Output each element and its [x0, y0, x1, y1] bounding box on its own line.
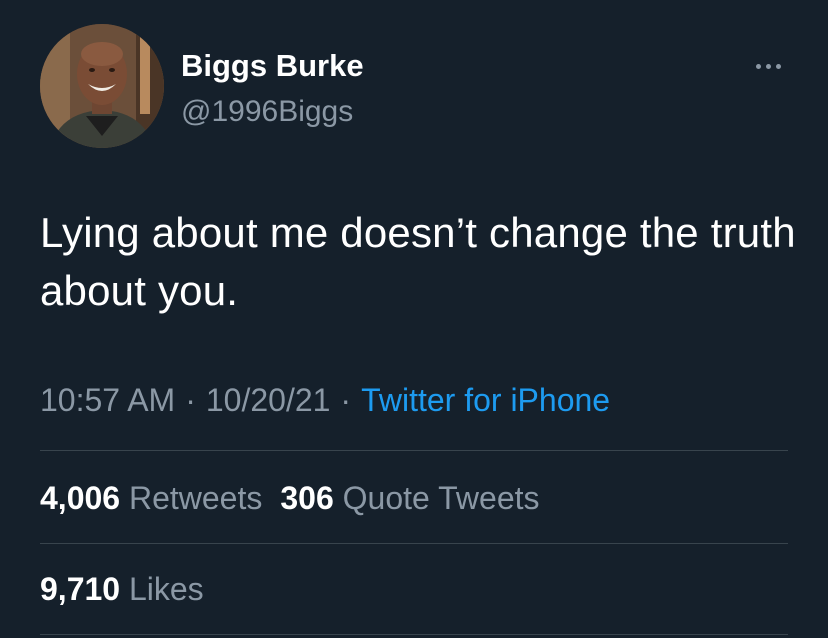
quote-tweets-label: Quote Tweets — [342, 480, 540, 516]
tweet-source-link[interactable]: Twitter for iPhone — [361, 382, 610, 418]
engagement-stats-row: 4,006 Retweets 306 Quote Tweets — [40, 478, 540, 518]
meta-separator: · — [185, 382, 196, 418]
tweet-detail: Biggs Burke @1996Biggs Lying about me do… — [0, 0, 828, 638]
divider — [40, 634, 788, 635]
author-handle[interactable]: @1996Biggs — [181, 94, 353, 130]
tweet-date[interactable]: 10/20/21 — [206, 382, 331, 418]
tweet-text: Lying about me doesn’t change the truth … — [40, 209, 796, 314]
meta-separator: · — [340, 382, 352, 418]
retweets-stat[interactable]: 4,006 Retweets — [40, 480, 262, 516]
avatar-photo — [40, 24, 164, 148]
author-display-name[interactable]: Biggs Burke — [181, 48, 364, 84]
divider — [40, 450, 788, 451]
likes-stats-row: 9,710 Likes — [40, 569, 204, 609]
retweets-label: Retweets — [128, 480, 263, 516]
divider — [40, 543, 788, 544]
quote-tweets-stat[interactable]: 306 Quote Tweets — [280, 480, 539, 516]
more-horizontal-icon — [755, 63, 761, 69]
more-options-button[interactable] — [748, 52, 788, 80]
likes-label: Likes — [128, 571, 204, 607]
likes-count: 9,710 — [40, 571, 121, 607]
tweet-meta: 10:57 AM · 10/20/21 · Twitter for iPhone — [40, 380, 610, 420]
avatar[interactable] — [40, 24, 164, 148]
tweet-time[interactable]: 10:57 AM — [40, 382, 175, 418]
retweets-count: 4,006 — [40, 480, 121, 516]
likes-stat[interactable]: 9,710 Likes — [40, 571, 204, 607]
quote-tweets-count: 306 — [280, 480, 334, 516]
